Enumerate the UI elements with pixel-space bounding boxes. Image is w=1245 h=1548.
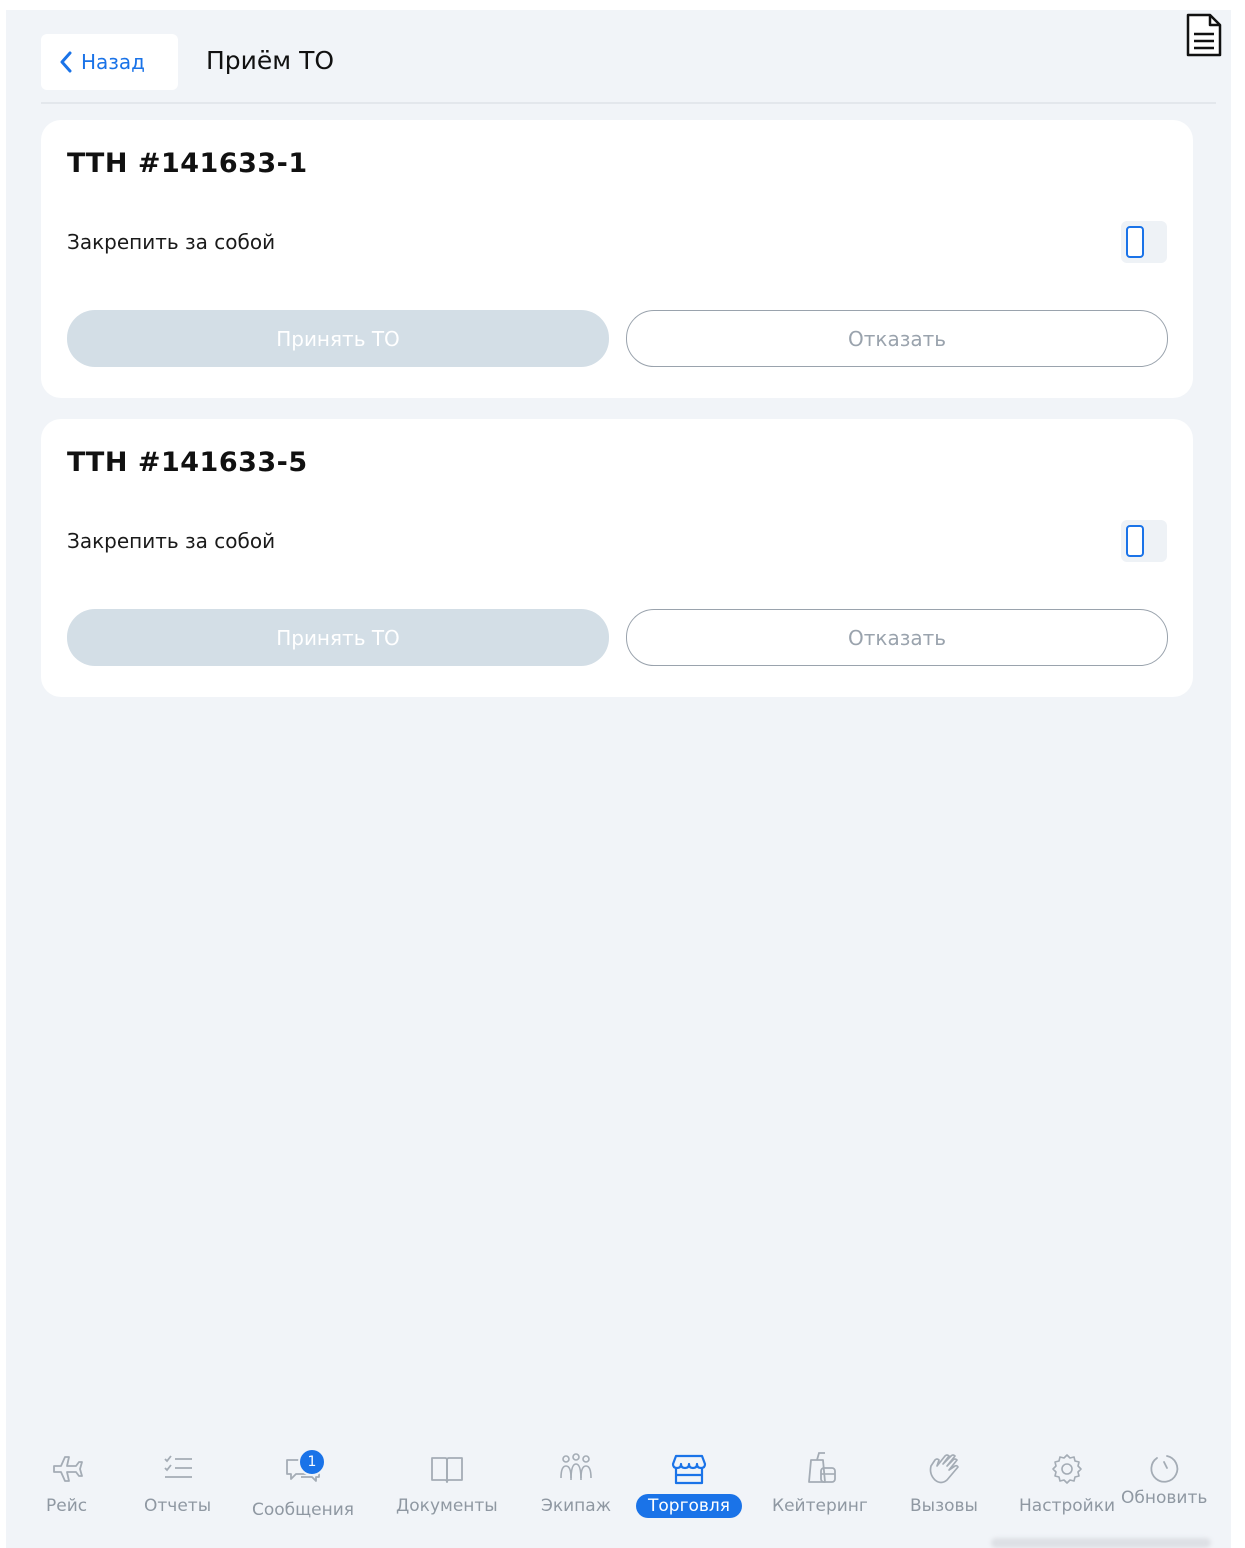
pin-toggle[interactable]	[1121, 221, 1167, 263]
document-icon[interactable]	[1184, 12, 1224, 58]
reject-button[interactable]: Отказать	[626, 310, 1168, 367]
tab-label: Экипаж	[541, 1496, 612, 1516]
tab-crew[interactable]: Экипаж	[541, 1450, 611, 1516]
tab-trade[interactable]: Торговля	[636, 1450, 743, 1518]
tab-label: Сообщения	[252, 1500, 355, 1520]
tab-messages[interactable]: 1 Сообщения	[252, 1448, 355, 1520]
screen: Назад Приём ТО ТТН #141633-1 Закрепить з…	[6, 10, 1231, 1548]
tab-label: Настройки	[1019, 1496, 1116, 1516]
ttn-card: ТТН #141633-1 Закрепить за собой Принять…	[41, 120, 1193, 398]
refresh-icon	[1150, 1455, 1179, 1483]
airplane-icon	[52, 1456, 83, 1482]
tab-label: Отчеты	[144, 1496, 212, 1516]
pin-label: Закрепить за собой	[67, 529, 276, 553]
tab-label: Рейс	[46, 1496, 88, 1516]
tab-documents[interactable]: Документы	[396, 1450, 498, 1516]
catering-icon	[808, 1452, 836, 1483]
back-button-label: Назад	[81, 50, 146, 74]
tab-catering[interactable]: Кейтеринг	[772, 1450, 868, 1516]
gear-icon	[1052, 1454, 1082, 1484]
tab-reys[interactable]: Рейс	[46, 1450, 87, 1516]
reject-button[interactable]: Отказать	[626, 609, 1168, 666]
page-title: Приём ТО	[206, 46, 335, 75]
refresh-label: Обновить	[1121, 1488, 1208, 1508]
home-indicator	[991, 1538, 1211, 1548]
pin-toggle[interactable]	[1121, 520, 1167, 562]
checklist-icon	[163, 1455, 192, 1478]
tab-reports[interactable]: Отчеты	[144, 1450, 211, 1516]
tab-bar: Рейс Отчеты 1 Сообщения Документы Экипаж…	[6, 1448, 1231, 1548]
tab-label: Документы	[396, 1496, 498, 1516]
tab-label: Вызовы	[910, 1496, 978, 1516]
chevron-left-icon	[60, 51, 72, 73]
toggle-knob	[1126, 525, 1144, 557]
shop-icon	[671, 1454, 707, 1485]
ttn-title: ТТН #141633-5	[67, 447, 308, 478]
accept-to-button[interactable]: Принять ТО	[67, 609, 609, 666]
pin-label: Закрепить за собой	[67, 230, 276, 254]
accept-to-button[interactable]: Принять ТО	[67, 310, 609, 367]
refresh-button[interactable]: Обновить	[1121, 1450, 1207, 1508]
tab-settings[interactable]: Настройки	[1019, 1450, 1115, 1516]
book-icon	[430, 1457, 463, 1483]
tab-calls[interactable]: Вызовы	[910, 1450, 978, 1516]
tab-label: Торговля	[636, 1494, 743, 1518]
ttn-card: ТТН #141633-5 Закрепить за собой Принять…	[41, 419, 1193, 697]
tab-label: Кейтеринг	[772, 1496, 868, 1516]
crew-icon	[560, 1453, 592, 1481]
ttn-title: ТТН #141633-1	[67, 148, 308, 179]
hand-wave-icon	[929, 1454, 959, 1484]
back-button[interactable]: Назад	[41, 34, 178, 90]
toggle-knob	[1126, 226, 1144, 258]
unread-badge: 1	[298, 1448, 327, 1476]
header-divider	[41, 102, 1216, 104]
